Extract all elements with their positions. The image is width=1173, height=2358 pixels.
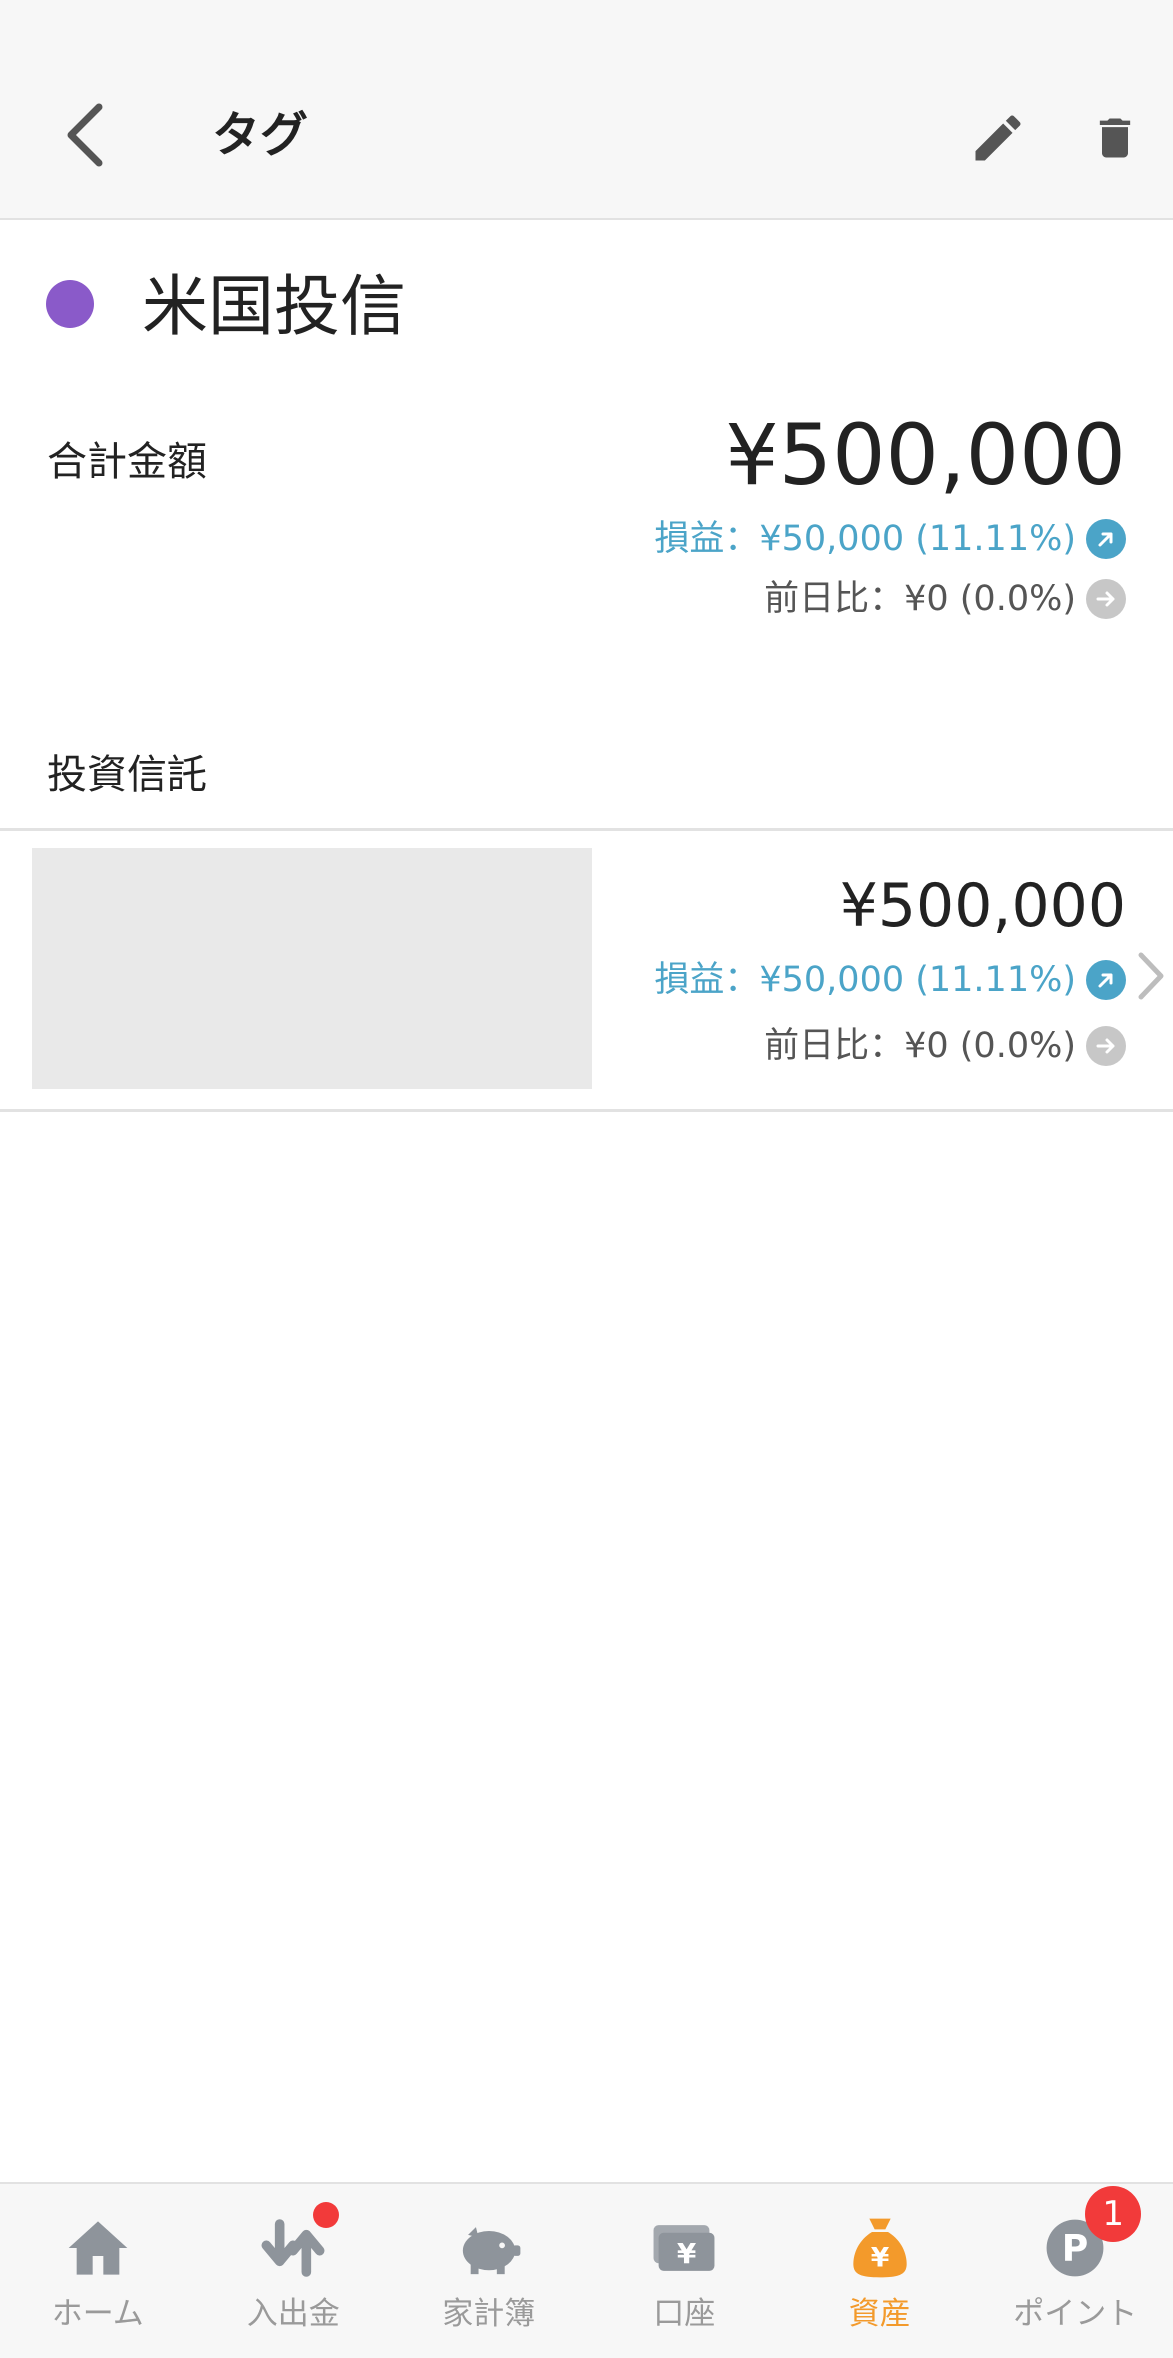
arrow-up-right-icon bbox=[1086, 960, 1126, 1000]
summary-day-change: 前日比：¥0 (0.0%) bbox=[764, 574, 1126, 624]
fund-profit-loss: 損益：¥50,000 (11.11%) bbox=[654, 955, 1126, 1005]
back-button[interactable] bbox=[50, 90, 120, 180]
fund-name-placeholder bbox=[32, 848, 592, 1089]
day-change-text: 前日比：¥0 (0.0%) bbox=[764, 579, 1076, 619]
point-p-icon: P 1 bbox=[1039, 2186, 1142, 2284]
fund-day-change-text: 前日比：¥0 (0.0%) bbox=[764, 1026, 1076, 1066]
tab-household-budget[interactable]: 家計簿 bbox=[391, 2184, 587, 2358]
fund-profit-loss-text: 損益：¥50,000 (11.11%) bbox=[654, 960, 1076, 1000]
pencil-icon bbox=[975, 115, 1021, 161]
tab-label: 口座 bbox=[653, 2296, 716, 2332]
summary-profit-loss: 損益：¥50,000 (11.11%) bbox=[654, 514, 1126, 564]
profit-loss-text: 損益：¥50,000 (11.11%) bbox=[654, 519, 1076, 559]
tab-points[interactable]: P 1 ポイント bbox=[978, 2184, 1173, 2358]
money-bag-yen-icon: ¥ bbox=[844, 2212, 916, 2284]
arrow-up-right-icon bbox=[1086, 519, 1126, 559]
edit-button[interactable] bbox=[960, 100, 1036, 176]
wallet-yen-icon: ¥ bbox=[648, 2212, 720, 2284]
page-title: タグ bbox=[212, 107, 309, 163]
delete-button[interactable] bbox=[1080, 100, 1150, 176]
divider bbox=[0, 1109, 1173, 1112]
tab-accounts[interactable]: ¥ 口座 bbox=[587, 2184, 783, 2358]
piggy-bank-icon bbox=[453, 2212, 525, 2284]
chevron-right-icon bbox=[1133, 946, 1169, 1006]
tag-name: 米国投信 bbox=[142, 268, 406, 345]
tab-label: ホーム bbox=[51, 2296, 144, 2332]
arrow-right-icon bbox=[1086, 579, 1126, 619]
trash-icon bbox=[1099, 118, 1131, 158]
total-label: 合計金額 bbox=[47, 439, 207, 485]
tab-label: ポイント bbox=[1013, 2296, 1138, 2332]
arrow-right-icon bbox=[1086, 1026, 1126, 1066]
tag-color-dot bbox=[46, 280, 94, 328]
svg-text:P: P bbox=[1062, 2227, 1089, 2270]
transfer-arrows-icon bbox=[257, 2202, 340, 2284]
tab-home[interactable]: ホーム bbox=[0, 2184, 196, 2358]
home-icon bbox=[62, 2212, 134, 2284]
chevron-left-icon bbox=[67, 103, 103, 167]
section-label: 投資信託 bbox=[47, 752, 207, 798]
tab-label: 家計簿 bbox=[442, 2296, 536, 2332]
tab-assets[interactable]: ¥ 資産 bbox=[782, 2184, 978, 2358]
tab-label: 資産 bbox=[848, 2296, 911, 2332]
tab-label: 入出金 bbox=[246, 2296, 340, 2332]
tab-transfers[interactable]: 入出金 bbox=[196, 2184, 392, 2358]
fund-day-change: 前日比：¥0 (0.0%) bbox=[764, 1021, 1126, 1071]
svg-text:¥: ¥ bbox=[870, 2243, 889, 2274]
notification-count-badge: 1 bbox=[1085, 2186, 1142, 2242]
fund-list-item[interactable]: ¥500,000 損益：¥50,000 (11.11%) 前日比：¥0 (0.0… bbox=[0, 831, 1173, 1109]
fund-amount: ¥500,000 bbox=[839, 871, 1126, 941]
notification-dot bbox=[313, 2202, 340, 2228]
navigation-header: タグ bbox=[0, 0, 1173, 220]
svg-text:¥: ¥ bbox=[677, 2237, 697, 2270]
total-amount: ¥500,000 bbox=[725, 406, 1126, 504]
bottom-tab-bar: ホーム 入出金 家計簿 ¥ 口座 ¥ 資産 P 1 ポイント bbox=[0, 2182, 1173, 2358]
